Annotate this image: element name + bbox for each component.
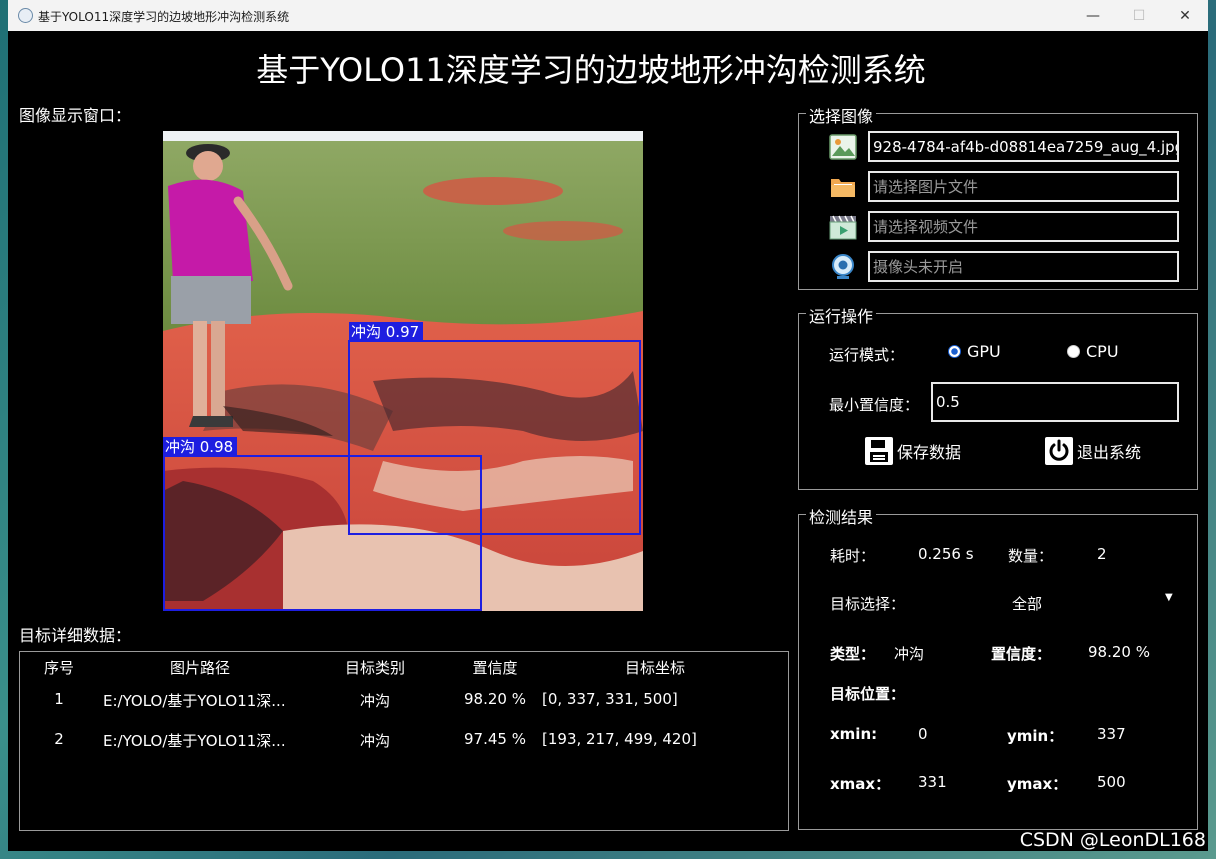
table-row[interactable]: 1 E:/YOLO/基于YOLO11深... 冲沟 98.20 % [0, 33… bbox=[21, 684, 787, 714]
watermark: CSDN @LeonDL168 bbox=[1019, 829, 1206, 851]
save-data-button[interactable]: 保存数据 bbox=[864, 436, 961, 466]
results-table[interactable]: 序号 图片路径 目标类别 置信度 目标坐标 1 E:/YOLO/基于YOLO11… bbox=[19, 651, 789, 831]
target-select-value: 全部 bbox=[1012, 595, 1043, 613]
ymin-label: ymin： bbox=[1007, 727, 1064, 745]
table-label: 目标详细数据： bbox=[19, 626, 132, 645]
target-select-label: 目标选择： bbox=[830, 595, 906, 613]
header-path[interactable]: 图片路径 bbox=[130, 657, 270, 678]
select-image-group: 选择图像 928-4784-af4b-d08814ea7259_aug_4.jp… bbox=[798, 103, 1198, 290]
run-mode-label: 运行模式： bbox=[829, 346, 905, 364]
image-icon[interactable] bbox=[828, 132, 858, 162]
window-title: 基于YOLO11深度学习的边坡地形冲沟检测系统 bbox=[38, 10, 290, 24]
confidence-label: 置信度： bbox=[991, 645, 1052, 663]
cpu-label[interactable]: CPU bbox=[1086, 342, 1119, 361]
cell-index: 2 bbox=[54, 730, 64, 748]
detection-image: 冲沟 0.98 冲沟 0.97 bbox=[163, 131, 643, 611]
video-icon[interactable] bbox=[828, 212, 858, 242]
ymax-value: 500 bbox=[1097, 773, 1126, 791]
xmax-label: xmax： bbox=[830, 775, 891, 793]
table-row[interactable]: 2 E:/YOLO/基于YOLO11深... 冲沟 97.45 % [193, … bbox=[21, 724, 787, 754]
close-button[interactable]: ✕ bbox=[1162, 0, 1208, 31]
camera-field[interactable]: 摄像头未开启 bbox=[868, 251, 1179, 282]
video-file-field[interactable]: 请选择视频文件 bbox=[868, 211, 1179, 242]
folder-icon[interactable] bbox=[828, 172, 858, 202]
cpu-radio[interactable] bbox=[1067, 345, 1080, 358]
ymin-value: 337 bbox=[1097, 725, 1126, 743]
image-folder-field[interactable]: 请选择图片文件 bbox=[868, 171, 1179, 202]
exit-system-label: 退出系统 bbox=[1077, 443, 1142, 462]
gpu-label[interactable]: GPU bbox=[967, 342, 1001, 361]
image-file-field[interactable]: 928-4784-af4b-d08814ea7259_aug_4.jpg bbox=[868, 131, 1179, 162]
header-confidence[interactable]: 置信度 bbox=[455, 657, 535, 678]
xmin-label: xmin: bbox=[830, 725, 878, 743]
gpu-radio[interactable] bbox=[948, 345, 961, 358]
target-position-label: 目标位置： bbox=[830, 685, 906, 703]
cell-coordinates: [0, 337, 331, 500] bbox=[542, 690, 678, 708]
header-coordinates[interactable]: 目标坐标 bbox=[585, 657, 725, 678]
detection-label-2: 冲沟 0.97 bbox=[351, 323, 419, 341]
ymax-label: ymax： bbox=[1007, 775, 1068, 793]
min-confidence-label: 最小置信度： bbox=[829, 396, 920, 414]
cell-class: 冲沟 bbox=[359, 732, 390, 750]
min-confidence-input[interactable]: 0.5 bbox=[931, 382, 1179, 422]
elapsed-time-value: 0.256 s bbox=[918, 545, 974, 563]
window-titlebar: 基于YOLO11深度学习的边坡地形冲沟检测系统 — ☐ ✕ bbox=[8, 0, 1208, 31]
confidence-value: 98.20 % bbox=[1088, 643, 1150, 661]
app-window: 基于YOLO11深度学习的边坡地形冲沟检测系统 图像显示窗口： 冲沟 0.98 … bbox=[8, 31, 1208, 851]
minimize-button[interactable]: — bbox=[1070, 0, 1116, 31]
save-data-label: 保存数据 bbox=[897, 443, 962, 462]
header-class[interactable]: 目标类别 bbox=[330, 657, 420, 678]
cell-coordinates: [193, 217, 499, 420] bbox=[542, 730, 697, 748]
maximize-button[interactable]: ☐ bbox=[1116, 0, 1162, 31]
app-icon bbox=[18, 8, 33, 23]
cell-path: E:/YOLO/基于YOLO11深... bbox=[103, 732, 286, 750]
run-ops-group: 运行操作 运行模式： GPU CPU 最小置信度： 0.5 保存数据 退出系统 bbox=[798, 303, 1198, 490]
image-display-label: 图像显示窗口： bbox=[19, 106, 132, 125]
power-icon bbox=[1045, 437, 1073, 465]
count-label: 数量： bbox=[1008, 547, 1054, 565]
detection-results-legend: 检测结果 bbox=[806, 504, 877, 528]
cell-class: 冲沟 bbox=[359, 692, 390, 710]
detection-label-1: 冲沟 0.98 bbox=[165, 438, 233, 456]
target-select-dropdown[interactable]: 全部 ▼ bbox=[919, 585, 1181, 619]
run-ops-legend: 运行操作 bbox=[806, 303, 877, 327]
chevron-down-icon: ▼ bbox=[1165, 592, 1173, 603]
cell-index: 1 bbox=[54, 690, 64, 708]
type-label: 类型： bbox=[830, 645, 876, 663]
cell-confidence: 97.45 % bbox=[464, 730, 526, 748]
save-icon bbox=[865, 437, 893, 465]
xmax-value: 331 bbox=[918, 773, 947, 791]
header-index[interactable]: 序号 bbox=[34, 657, 84, 678]
exit-system-button[interactable]: 退出系统 bbox=[1044, 436, 1141, 466]
detection-results-group: 检测结果 耗时： 0.256 s 数量： 2 目标选择： 全部 ▼ 类型： 冲沟… bbox=[798, 504, 1198, 830]
count-value: 2 bbox=[1097, 545, 1107, 563]
app-title: 基于YOLO11深度学习的边坡地形冲沟检测系统 bbox=[256, 51, 926, 89]
select-image-legend: 选择图像 bbox=[806, 103, 877, 127]
gully-scene: 冲沟 0.98 冲沟 0.97 bbox=[163, 131, 643, 611]
xmin-value: 0 bbox=[918, 725, 928, 743]
cell-confidence: 98.20 % bbox=[464, 690, 526, 708]
camera-icon[interactable] bbox=[828, 252, 858, 282]
elapsed-time-label: 耗时： bbox=[830, 547, 876, 565]
type-value: 冲沟 bbox=[894, 645, 925, 663]
cell-path: E:/YOLO/基于YOLO11深... bbox=[103, 692, 286, 710]
